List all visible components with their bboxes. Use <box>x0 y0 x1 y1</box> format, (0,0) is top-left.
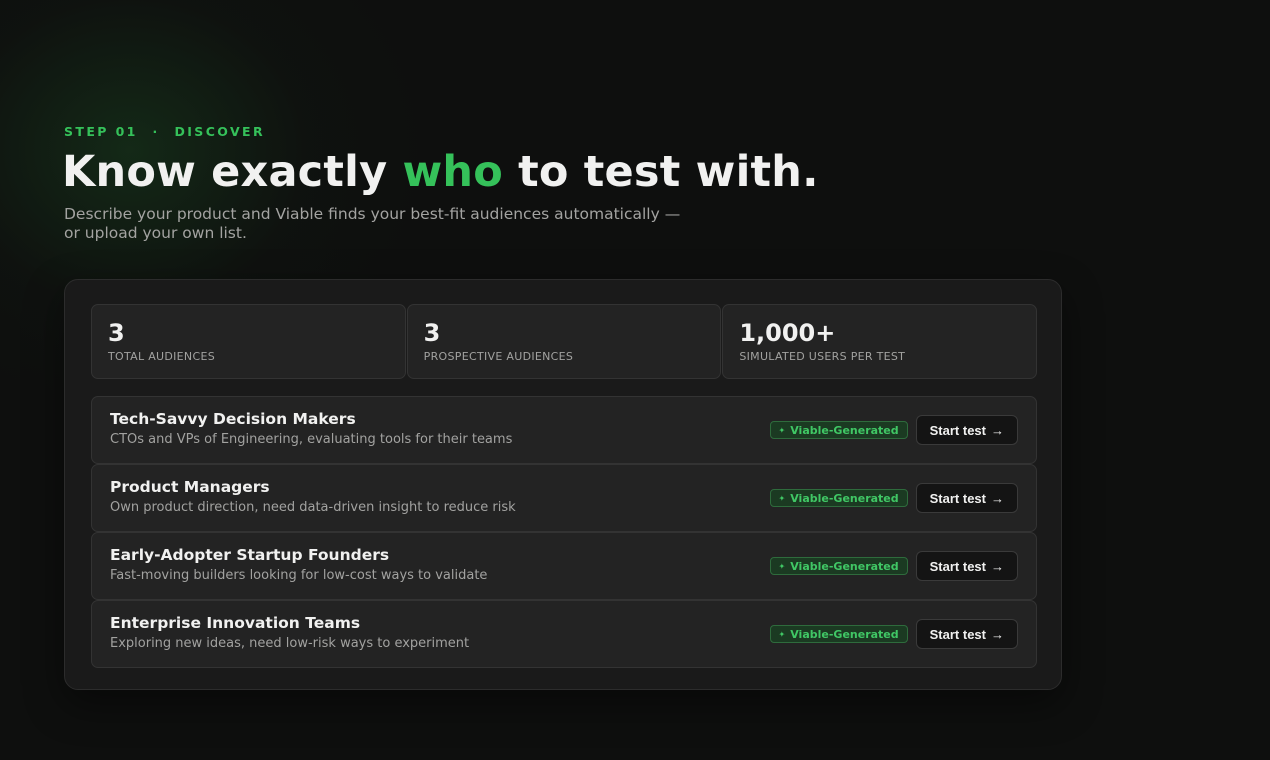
headline-start: Know exactly <box>62 147 403 197</box>
page-title: Know exactly who to test with. <box>62 146 819 198</box>
audiences-panel: 3 TOTAL AUDIENCES 3 PROSPECTIVE AUDIENCE… <box>64 279 1062 690</box>
audience-row: Early-Adopter Startup Founders Fast-movi… <box>91 532 1037 600</box>
stat-card-total-audiences: 3 TOTAL AUDIENCES <box>91 304 406 379</box>
stats-row: 3 TOTAL AUDIENCES 3 PROSPECTIVE AUDIENCE… <box>91 304 1038 379</box>
sparkle-icon: ✦ <box>778 493 786 503</box>
page-subtitle: Describe your product and Viable finds y… <box>64 205 724 243</box>
section-label: DISCOVER <box>174 124 266 139</box>
badge-label: Viable-Generated <box>790 423 899 437</box>
sparkle-icon: ✦ <box>778 425 786 435</box>
audience-row: Product Managers Own product direction, … <box>91 464 1037 532</box>
stat-label: SIMULATED USERS PER TEST <box>739 350 906 363</box>
subtitle-line-2: or upload your own list. <box>64 224 247 242</box>
stat-label: PROSPECTIVE AUDIENCES <box>423 350 574 363</box>
audience-row: Tech-Savvy Decision Makers CTOs and VPs … <box>91 396 1037 464</box>
headline-end: to test with. <box>502 147 819 197</box>
audience-list: Tech-Savvy Decision Makers CTOs and VPs … <box>91 396 1037 668</box>
start-test-label: Start test <box>929 422 986 438</box>
arrow-right-icon: → <box>991 558 1004 574</box>
stat-card-simulated-users: 1,000+ SIMULATED USERS PER TEST <box>722 304 1038 379</box>
viable-generated-badge: ✦ Viable-Generated <box>769 557 908 575</box>
start-test-label: Start test <box>929 558 986 574</box>
audience-row: Enterprise Innovation Teams Exploring ne… <box>91 600 1037 668</box>
badge-label: Viable-Generated <box>790 627 899 641</box>
headline-accent: who <box>402 147 503 197</box>
start-test-button[interactable]: Start test → <box>915 483 1018 513</box>
audience-actions: ✦ Viable-Generated Start test → <box>769 483 1018 513</box>
viable-generated-badge: ✦ Viable-Generated <box>769 421 908 439</box>
start-test-button[interactable]: Start test → <box>915 551 1018 581</box>
step-label: STEP 01 <box>64 124 138 139</box>
viable-generated-badge: ✦ Viable-Generated <box>769 625 908 643</box>
start-test-label: Start test <box>929 626 986 642</box>
audience-actions: ✦ Viable-Generated Start test → <box>769 619 1018 649</box>
viable-generated-badge: ✦ Viable-Generated <box>769 489 908 507</box>
sparkle-icon: ✦ <box>778 629 786 639</box>
stat-value: 1,000+ <box>739 319 836 347</box>
eyebrow-separator: · <box>152 124 160 139</box>
sparkle-icon: ✦ <box>778 561 786 571</box>
step-eyebrow: STEP 01 · DISCOVER <box>64 124 265 139</box>
arrow-right-icon: → <box>991 626 1004 642</box>
arrow-right-icon: → <box>991 490 1004 506</box>
arrow-right-icon: → <box>991 422 1004 438</box>
start-test-label: Start test <box>929 490 986 506</box>
start-test-button[interactable]: Start test → <box>915 619 1018 649</box>
subtitle-line-1: Describe your product and Viable finds y… <box>64 205 681 223</box>
badge-label: Viable-Generated <box>790 491 899 505</box>
audience-actions: ✦ Viable-Generated Start test → <box>769 551 1018 581</box>
start-test-button[interactable]: Start test → <box>915 415 1018 445</box>
stat-value: 3 <box>423 319 441 347</box>
stat-label: TOTAL AUDIENCES <box>108 350 215 363</box>
badge-label: Viable-Generated <box>790 559 899 573</box>
audience-actions: ✦ Viable-Generated Start test → <box>769 415 1018 445</box>
stat-value: 3 <box>108 319 125 347</box>
stat-card-prospective-audiences: 3 PROSPECTIVE AUDIENCES <box>406 304 722 379</box>
page: STEP 01 · DISCOVER Know exactly who to t… <box>0 0 1270 760</box>
